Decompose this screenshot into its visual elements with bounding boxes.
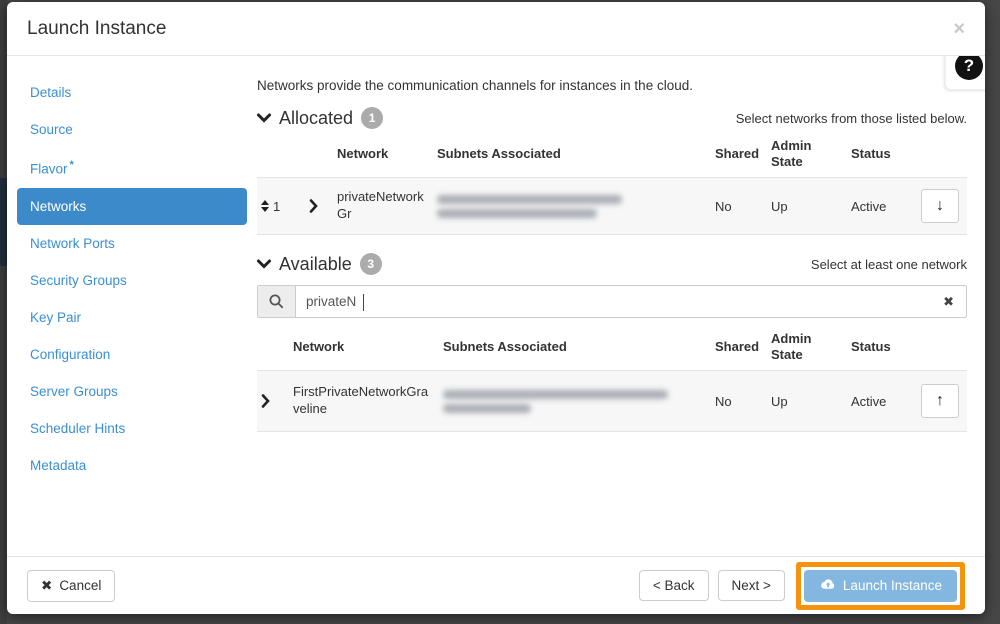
close-icon[interactable]: × [953,19,965,39]
launch-instance-button[interactable]: Launch Instance [803,569,957,602]
allocated-row: 1 privateNetworkGr No Up Active ↓ [257,177,967,235]
nav-item-flavor[interactable]: Flavor * [17,148,247,188]
shared-value: No [715,198,732,214]
launch-instance-modal: Launch Instance × Details Source Flavor *… [7,2,985,614]
modal-footer: ✖ Cancel < Back Next > Launch Instance [7,556,985,614]
sort-icon [261,200,269,212]
chevron-down-icon[interactable] [257,113,271,123]
nav-item-source[interactable]: Source [17,111,247,148]
col-status: Status [851,338,891,354]
nav-item-security-groups[interactable]: Security Groups [17,262,247,299]
nav-item-scheduler-hints[interactable]: Scheduler Hints [17,410,247,447]
nav-item-details[interactable]: Details [17,74,247,111]
nav-item-key-pair[interactable]: Key Pair [17,299,247,336]
annotation-highlight: Launch Instance [795,561,965,610]
nav-item-server-groups[interactable]: Server Groups [17,373,247,410]
available-table: Network Subnets Associated Shared Admin … [257,324,967,432]
search-icon [258,286,296,317]
drag-sort-handle[interactable]: 1 [257,199,301,214]
col-subnets: Subnets Associated [437,145,561,161]
subnets-redacted [443,385,715,418]
nav-item-network-ports[interactable]: Network Ports [17,225,247,262]
next-button[interactable]: Next > [717,570,785,601]
row-order: 1 [273,198,281,214]
deallocate-network-button[interactable]: ↓ [921,189,959,223]
network-search-box: ✖ [257,285,967,318]
help-button[interactable]: ? [945,56,985,90]
col-admin-state: Admin State [771,137,812,169]
subnets-redacted [437,190,715,223]
available-hint: Select at least one network [810,256,967,272]
available-section-header: Available 3 Select at least one network [257,253,967,275]
chevron-right-icon[interactable] [257,394,293,408]
nav-item-configuration[interactable]: Configuration [17,336,247,373]
x-icon: ✖ [41,577,53,593]
admin-state-value: Up [771,393,788,409]
required-asterisk: * [69,159,74,171]
clear-search-icon[interactable]: ✖ [931,286,966,317]
wizard-nav: Details Source Flavor * Networks Network … [7,56,257,556]
network-name: privateNetworkGr [337,189,424,221]
col-admin-state: Admin State [771,330,812,362]
admin-state-value: Up [771,198,788,214]
cloud-upload-icon [819,578,836,594]
allocated-table-header: Network Subnets Associated Shared Admin … [257,131,967,177]
available-count-badge: 3 [359,253,382,275]
search-input[interactable] [296,286,932,317]
chevron-down-icon[interactable] [257,259,271,269]
col-network: Network [293,338,345,354]
available-table-header: Network Subnets Associated Shared Admin … [257,324,967,370]
modal-body: Details Source Flavor * Networks Network … [7,56,985,556]
available-title: Available [279,253,352,274]
arrow-up-icon: ↑ [936,392,944,409]
status-value: Active [851,198,887,214]
available-row: FirstPrivateNetworkGraveline No Up Activ… [257,370,967,432]
background-sidebar-fragment [0,178,7,266]
allocated-section-header: Allocated 1 Select networks from those l… [257,107,967,129]
back-button[interactable]: < Back [638,570,709,601]
allocated-count-badge: 1 [361,107,384,129]
page-backdrop [0,0,7,624]
nav-item-metadata[interactable]: Metadata [17,447,247,484]
modal-title: Launch Instance [27,17,167,39]
col-shared: Shared [715,338,760,354]
arrow-down-icon: ↓ [936,197,944,214]
networks-step-content: ? Networks provide the communication cha… [257,56,985,556]
modal-header: Launch Instance × [7,2,985,56]
chevron-right-icon[interactable] [301,199,337,213]
nav-item-networks[interactable]: Networks [17,187,247,225]
col-shared: Shared [715,145,760,161]
wizard-buttons: < Back Next > Launch Instance [638,561,965,610]
allocate-network-button[interactable]: ↑ [921,384,959,418]
col-subnets: Subnets Associated [443,338,567,354]
allocated-title: Allocated [279,107,354,128]
help-icon: ? [955,56,983,80]
status-value: Active [851,393,887,409]
step-description: Networks provide the communication chann… [257,78,693,93]
text-cursor [363,294,364,311]
network-name: FirstPrivateNetworkGraveline [293,384,429,416]
col-network: Network [337,145,389,161]
allocated-hint: Select networks from those listed below. [735,110,967,126]
col-status: Status [851,145,891,161]
shared-value: No [715,393,732,409]
cancel-button[interactable]: ✖ Cancel [27,569,116,602]
allocated-table: Network Subnets Associated Shared Admin … [257,131,967,235]
